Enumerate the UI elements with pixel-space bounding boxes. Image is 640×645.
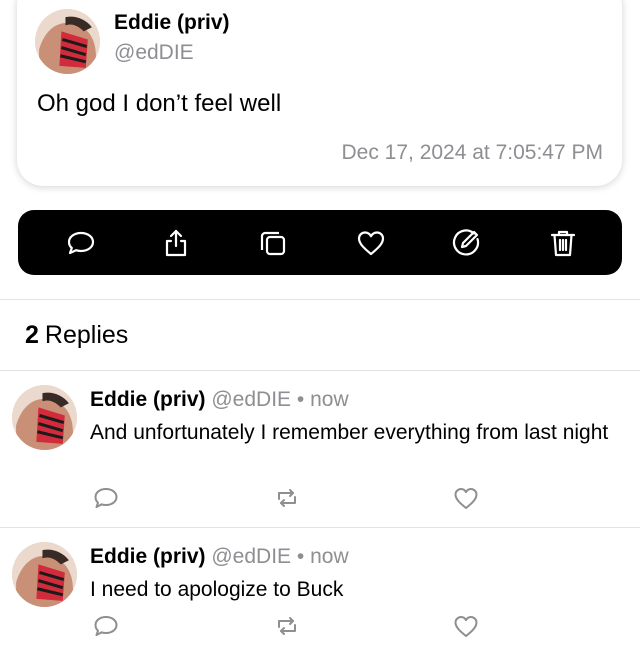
separator-dot: • <box>296 545 305 568</box>
edit-icon[interactable] <box>450 227 482 259</box>
replies-count: 2 Replies <box>25 321 128 350</box>
reply-header: Eddie (priv) @edDIE • now <box>90 388 349 412</box>
post-timestamp: Dec 17, 2024 at 7:05:47 PM <box>341 141 603 164</box>
copy-icon[interactable] <box>257 227 289 259</box>
avatar[interactable] <box>12 542 77 607</box>
avatar-image <box>12 542 77 607</box>
reply-author-handle[interactable]: @edDIE <box>211 545 291 568</box>
post-author-handle[interactable]: @edDIE <box>114 41 194 65</box>
divider <box>0 370 640 371</box>
post-text: Oh god I don’t feel well <box>37 90 282 117</box>
separator-dot: • <box>296 388 305 411</box>
replies-count-label: Replies <box>44 321 129 349</box>
replies-count-number: 2 <box>25 321 39 349</box>
heart-icon[interactable] <box>355 227 387 259</box>
post-card: Eddie (priv) @edDIE Oh god I don’t feel … <box>17 0 622 186</box>
heart-icon[interactable] <box>452 612 480 640</box>
avatar[interactable] <box>12 385 77 450</box>
reply-text: And unfortunately I remember everything … <box>90 421 609 444</box>
divider <box>0 527 640 528</box>
reply-author-handle[interactable]: @edDIE <box>211 388 291 411</box>
post-action-bar <box>18 210 622 275</box>
avatar-image <box>12 385 77 450</box>
comment-icon[interactable] <box>65 227 97 259</box>
comment-icon[interactable] <box>92 484 120 512</box>
avatar-image <box>35 9 100 74</box>
comment-icon[interactable] <box>92 612 120 640</box>
reply-author-name[interactable]: Eddie (priv) <box>90 388 206 411</box>
reply-text: I need to apologize to Buck <box>90 578 344 601</box>
share-icon[interactable] <box>160 227 192 259</box>
repost-icon[interactable] <box>273 484 301 512</box>
heart-icon[interactable] <box>452 484 480 512</box>
trash-icon[interactable] <box>547 227 579 259</box>
reply-time: now <box>310 388 349 411</box>
post-author-name[interactable]: Eddie (priv) <box>114 11 230 35</box>
divider <box>0 299 640 300</box>
reply-time: now <box>310 545 349 568</box>
repost-icon[interactable] <box>273 612 301 640</box>
reply-author-name[interactable]: Eddie (priv) <box>90 545 206 568</box>
avatar[interactable] <box>35 9 100 74</box>
reply-header: Eddie (priv) @edDIE • now <box>90 545 349 569</box>
